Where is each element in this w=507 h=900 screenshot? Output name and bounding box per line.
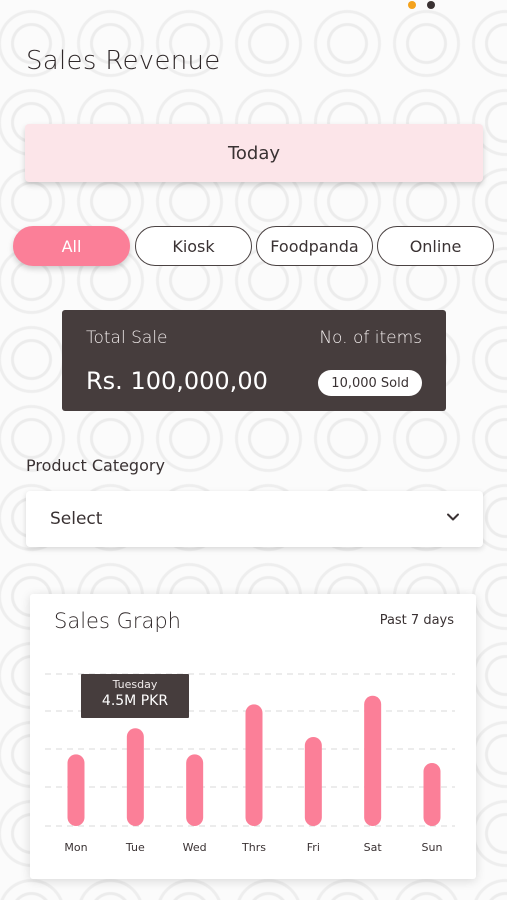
category-label: Product Category — [26, 456, 165, 475]
x-tick-label: Mon — [64, 841, 87, 854]
category-select-value: Select — [50, 509, 103, 529]
chart-tooltip: Tuesday 4.5M PKR — [81, 674, 189, 718]
status-dot-icon — [427, 1, 436, 9]
chevron-down-icon — [447, 513, 459, 521]
sales-graph-card: Sales Graph Past 7 days Mon Tue Wed Thrs Fri… — [30, 594, 476, 879]
items-sold-badge: 10,000 Sold — [318, 370, 422, 396]
status-bar — [408, 0, 441, 13]
status-dot-icon — [408, 1, 416, 9]
bar-sat[interactable] — [364, 695, 382, 826]
chip-kiosk[interactable]: Kiosk — [135, 226, 252, 266]
total-sale-label: Total Sale — [86, 328, 168, 348]
bar-mon[interactable] — [67, 754, 85, 826]
bar-sun[interactable] — [423, 763, 441, 826]
x-tick-label: Sat — [364, 841, 383, 854]
items-label: No. of items — [319, 328, 422, 348]
x-tick-label: Wed — [183, 841, 207, 854]
period-button[interactable]: Today — [25, 124, 483, 182]
total-sale-card: Total Sale No. of items Rs. 100,000,00 1… — [62, 310, 446, 411]
x-tick-label: Sun — [422, 841, 443, 854]
chip-all[interactable]: All — [13, 226, 130, 266]
x-tick-label: Thrs — [241, 841, 266, 854]
chip-foodpanda[interactable]: Foodpanda — [256, 226, 373, 266]
total-sale-value: Rs. 100,000,00 — [86, 367, 268, 395]
bar-thrs[interactable] — [245, 704, 263, 826]
bar-tue[interactable] — [126, 728, 144, 826]
sales-bar-chart: Mon Tue Wed Thrs Fri Sat Sun — [45, 673, 455, 854]
category-select[interactable]: Select — [26, 491, 483, 547]
chip-online[interactable]: Online — [377, 226, 494, 266]
page-title: Sales Revenue — [26, 46, 221, 76]
tooltip-day: Tuesday — [112, 678, 158, 691]
tooltip-value: 4.5M PKR — [101, 693, 169, 709]
bar-fri[interactable] — [304, 736, 322, 826]
bar-wed[interactable] — [186, 754, 204, 826]
x-tick-label: Fri — [307, 841, 320, 854]
x-tick-label: Tue — [125, 841, 145, 854]
